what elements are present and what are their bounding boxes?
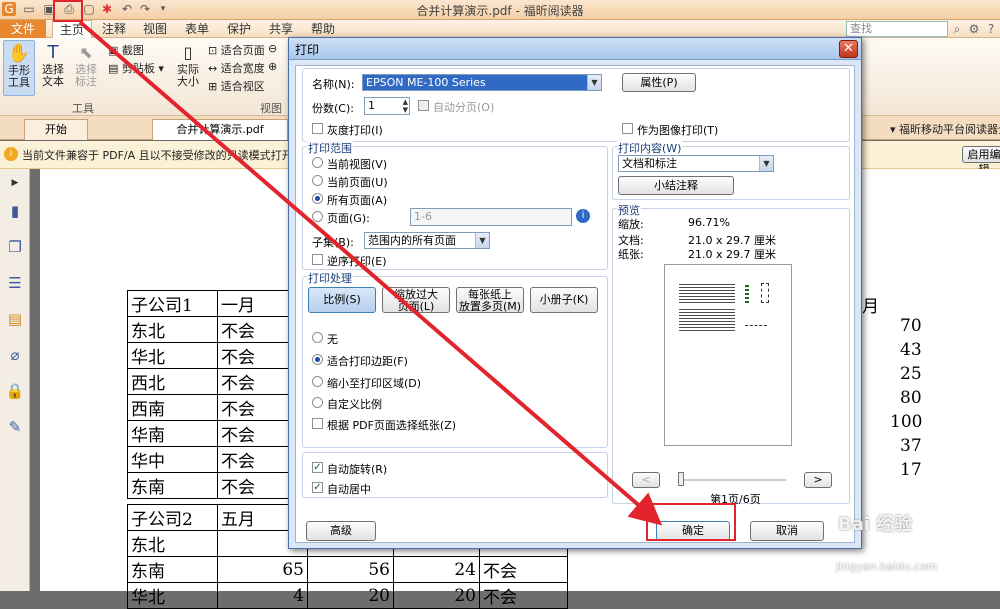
arrow-line: [78, 20, 663, 526]
annotation-arrow: [78, 20, 663, 526]
watermark-brand: Bai 经验: [838, 514, 913, 535]
watermark-url: jingyan.baidu.com: [836, 560, 938, 573]
